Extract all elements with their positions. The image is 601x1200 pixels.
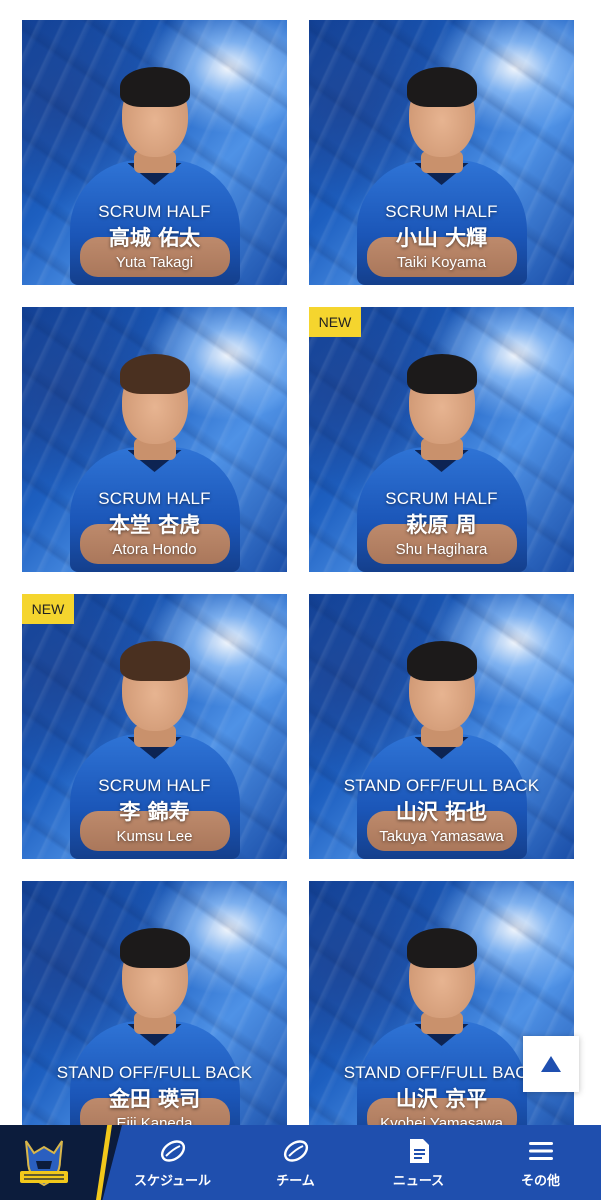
player-name-en: Taiki Koyama xyxy=(396,254,487,271)
nav-label: ニュース xyxy=(392,1174,445,1189)
nav-item-more[interactable]: その他 xyxy=(490,1125,591,1200)
bottom-navigation: スケジュール チーム ニュース その他 xyxy=(0,1125,601,1200)
player-name-en: Shu Hagihara xyxy=(395,541,488,558)
player-name-ja: 本堂 杏虎 xyxy=(108,513,201,537)
nav-item-news[interactable]: ニュース xyxy=(368,1125,469,1200)
player-position: STAND OFF/FULL BACK xyxy=(343,776,540,795)
nav-label: スケジュール xyxy=(133,1174,212,1189)
player-name-ja: 高城 佑太 xyxy=(108,226,201,250)
player-position: SCRUM HALF xyxy=(385,489,498,508)
triangle-up-icon xyxy=(541,1056,561,1072)
player-card[interactable]: STAND OFF/FULL BACK 山沢 京平 Kyohei Yamasaw… xyxy=(309,881,574,1146)
document-icon xyxy=(404,1136,434,1166)
player-position: SCRUM HALF xyxy=(98,202,211,221)
player-card[interactable]: STAND OFF/FULL BACK 山沢 拓也 Takuya Yamasaw… xyxy=(309,594,574,859)
player-name-ja: 萩原 周 xyxy=(406,513,477,537)
player-info: SCRUM HALF 本堂 杏虎 Atora Hondo xyxy=(22,488,287,572)
rugby-ball-icon xyxy=(158,1136,188,1166)
player-name-ja: 李 錦寿 xyxy=(119,800,190,824)
player-position: SCRUM HALF xyxy=(98,776,211,795)
new-badge: NEW xyxy=(22,594,74,624)
player-name-en: Kumsu Lee xyxy=(116,828,193,845)
player-info: SCRUM HALF 小山 大輝 Taiki Koyama xyxy=(309,201,574,285)
player-info: SCRUM HALF 高城 佑太 Yuta Takagi xyxy=(22,201,287,285)
nav-label: その他 xyxy=(520,1174,560,1189)
player-position: SCRUM HALF xyxy=(385,202,498,221)
player-position: STAND OFF/FULL BACK xyxy=(56,1063,253,1082)
player-card[interactable]: SCRUM HALF 小山 大輝 Taiki Koyama xyxy=(309,20,574,285)
player-info: SCRUM HALF 萩原 周 Shu Hagihara xyxy=(309,488,574,572)
player-position: SCRUM HALF xyxy=(98,489,211,508)
player-card[interactable]: STAND OFF/FULL BACK 金田 瑛司 Eiji Kaneda xyxy=(22,881,287,1146)
new-badge: NEW xyxy=(309,307,361,337)
player-name-en: Takuya Yamasawa xyxy=(379,828,504,845)
player-card[interactable]: SCRUM HALF 高城 佑太 Yuta Takagi xyxy=(22,20,287,285)
nav-item-team[interactable]: チーム xyxy=(245,1125,346,1200)
hamburger-menu-icon xyxy=(526,1136,556,1166)
player-grid: SCRUM HALF 高城 佑太 Yuta Takagi SCRUM HALF … xyxy=(0,0,601,1200)
player-info: SCRUM HALF 李 錦寿 Kumsu Lee xyxy=(22,775,287,859)
player-info: STAND OFF/FULL BACK 山沢 拓也 Takuya Yamasaw… xyxy=(309,775,574,859)
rugby-ball-icon xyxy=(281,1136,311,1166)
player-name-en: Yuta Takagi xyxy=(115,254,194,271)
knight-helmet-icon xyxy=(20,1140,68,1187)
scroll-to-top-button[interactable] xyxy=(523,1036,579,1092)
player-name-ja: 金田 瑛司 xyxy=(108,1087,201,1111)
nav-label: チーム xyxy=(276,1174,315,1189)
player-card[interactable]: NEW SCRUM HALF 萩原 周 Shu Hagihara xyxy=(309,307,574,572)
nav-item-schedule[interactable]: スケジュール xyxy=(122,1125,223,1200)
player-card[interactable]: SCRUM HALF 本堂 杏虎 Atora Hondo xyxy=(22,307,287,572)
player-name-en: Atora Hondo xyxy=(112,541,197,558)
player-name-ja: 山沢 拓也 xyxy=(395,800,488,824)
player-card[interactable]: NEW SCRUM HALF 李 錦寿 Kumsu Lee xyxy=(22,594,287,859)
player-name-ja: 小山 大輝 xyxy=(395,226,488,250)
